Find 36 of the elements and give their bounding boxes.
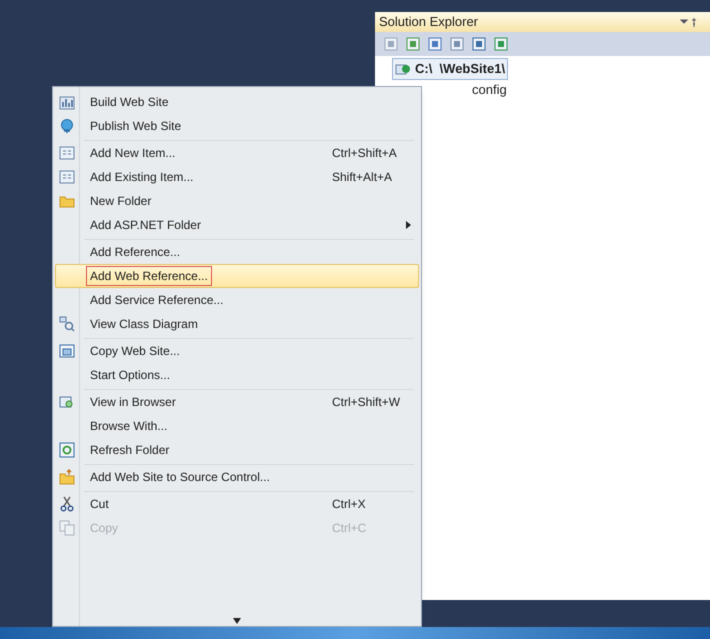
window-icon <box>59 343 75 359</box>
toolbar-icon[interactable] <box>449 36 465 52</box>
globe-icon <box>59 118 75 134</box>
shortcut-label: Ctrl+C <box>332 520 366 537</box>
shortcut-label: Ctrl+Shift+A <box>332 145 397 162</box>
menu-item[interactable]: Refresh Folder <box>55 438 419 462</box>
shortcut-label: Shift+Alt+A <box>332 169 392 186</box>
shortcut-label: Ctrl+X <box>332 496 366 513</box>
menu-item[interactable]: Add Web Reference... <box>55 264 419 288</box>
menu-item[interactable]: Publish Web Site <box>55 114 419 138</box>
menu-item[interactable]: Start Options... <box>55 363 419 387</box>
website-icon <box>395 62 411 76</box>
toolbar-icon[interactable] <box>405 36 421 52</box>
scissors-icon <box>59 496 75 512</box>
menu-item[interactable]: New Folder <box>55 189 419 213</box>
folder-icon <box>59 469 75 485</box>
refresh-icon <box>59 442 75 458</box>
scroll-down-arrow-icon[interactable] <box>233 618 241 624</box>
menu-item[interactable]: Add Existing Item... Shift+Alt+A <box>55 165 419 189</box>
diagram-icon <box>59 316 75 332</box>
toolbar-icon[interactable] <box>471 36 487 52</box>
shortcut-label: Ctrl+Shift+W <box>332 394 400 411</box>
submenu-arrow-icon <box>406 221 411 229</box>
form-icon <box>59 169 75 185</box>
menu-item[interactable]: View Class Diagram <box>55 312 419 336</box>
toolbar-icon[interactable] <box>383 36 399 52</box>
build-icon <box>59 94 75 110</box>
panel-title: Solution Explorer <box>379 13 478 32</box>
menu-item[interactable]: Build Web Site <box>55 90 419 114</box>
menu-item[interactable]: Add ASP.NET Folder <box>55 213 419 237</box>
menu-item[interactable]: Browse With... <box>55 414 419 438</box>
menu-item[interactable]: Add Service Reference... <box>55 288 419 312</box>
form-icon <box>59 145 75 161</box>
toolbar-icon[interactable] <box>493 36 509 52</box>
toolbar-icon[interactable] <box>427 36 443 52</box>
copy-icon <box>59 520 75 536</box>
